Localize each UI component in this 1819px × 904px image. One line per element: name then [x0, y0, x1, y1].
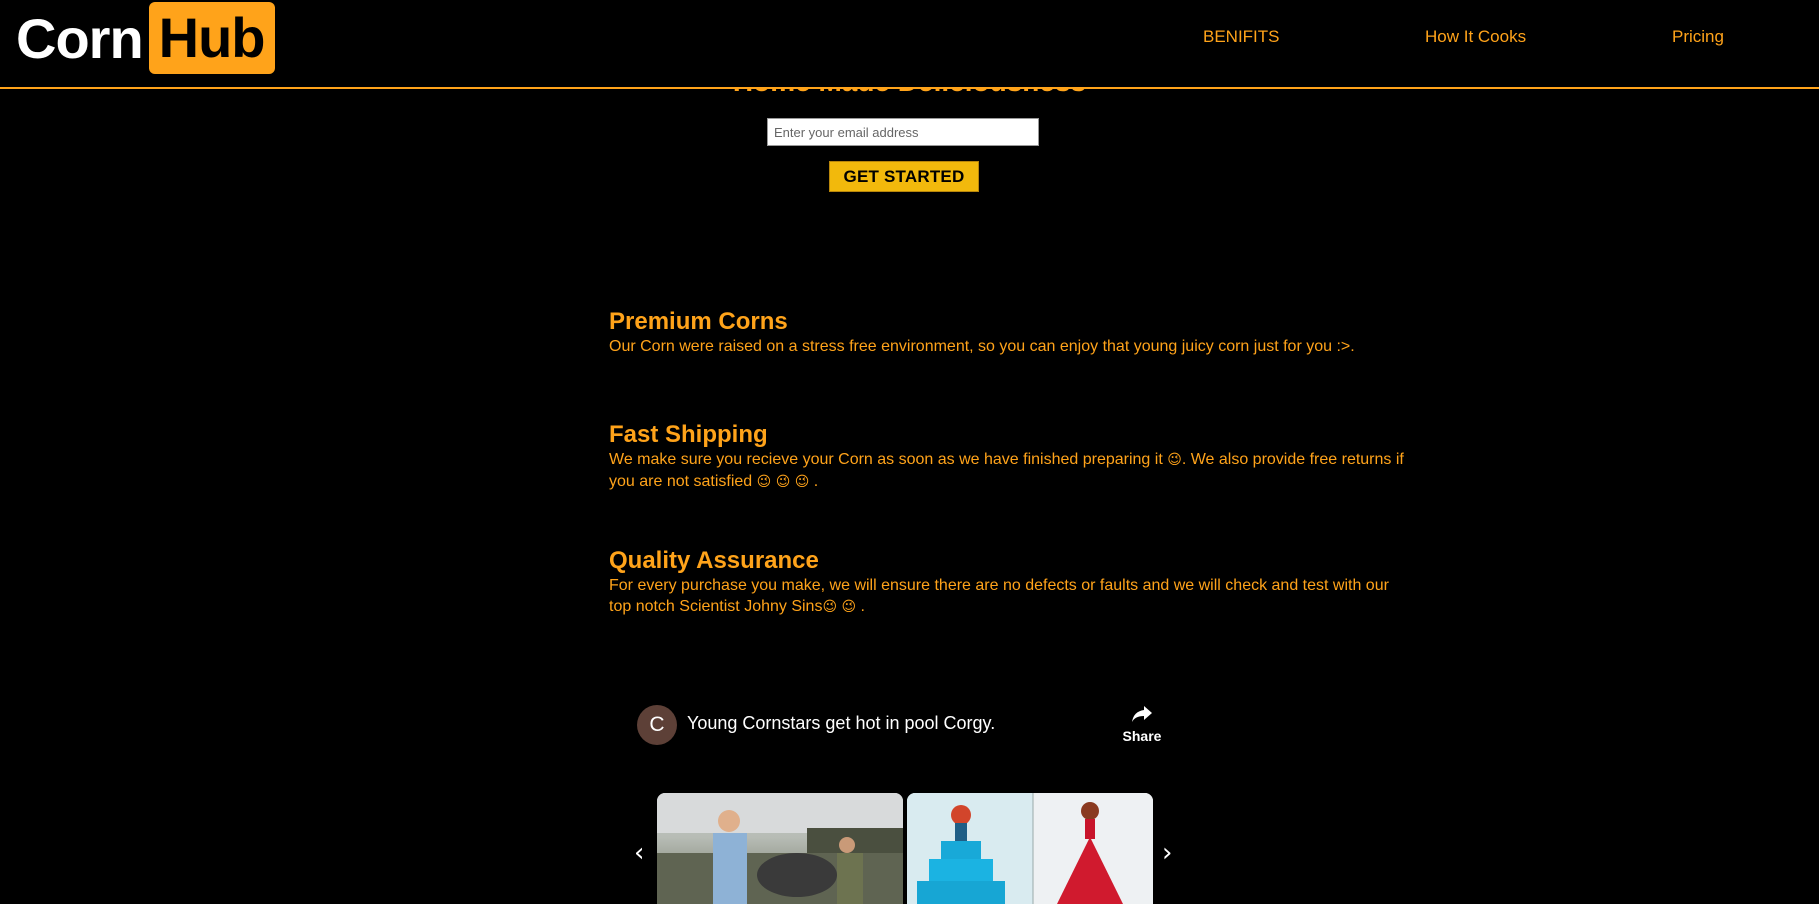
feature-premium-corns: Premium Corns Our Corn were raised on a … [609, 308, 1409, 357]
feature-text-part: . [813, 473, 819, 490]
video-thumbnail[interactable] [657, 793, 903, 904]
feature-text-part: . [860, 598, 865, 615]
feature-text: Our Corn were raised on a stress free en… [609, 338, 1355, 355]
carousel-next-icon[interactable]: › [1162, 840, 1172, 866]
wink-emoji: 😉 😉 😉 [756, 474, 810, 490]
feature-title: Quality Assurance [609, 547, 819, 574]
nav-how-it-cooks[interactable]: How It Cooks [1425, 27, 1526, 47]
feature-text: For every purchase you make, we will ens… [609, 575, 1409, 618]
site-logo[interactable]: Corn Hub [16, 2, 275, 74]
feature-text: We make sure you recieve your Corn as so… [609, 449, 1409, 493]
feature-title: Fast Shipping [609, 421, 768, 448]
photo-market-icon [657, 793, 903, 904]
share-button[interactable]: Share [1118, 704, 1166, 744]
feature-fast-shipping: Fast Shipping We make sure you recieve y… [609, 421, 1409, 493]
channel-avatar[interactable]: C [637, 705, 677, 745]
video-thumbnail[interactable] [907, 793, 1153, 904]
wink-emoji: 😉 😉 [822, 599, 857, 615]
share-icon [1132, 706, 1152, 722]
logo-text-corn: Corn [16, 6, 144, 70]
nav-pricing[interactable]: Pricing [1672, 27, 1724, 47]
feature-text-part: For every purchase you make, we will ens… [609, 577, 1389, 615]
logo-text-hub: Hub [148, 2, 275, 74]
feature-title: Premium Corns [609, 308, 788, 335]
carousel-prev-icon[interactable]: ‹ [634, 840, 644, 866]
email-input[interactable] [767, 118, 1039, 146]
site-header: Corn Hub BENIFITS How It Cooks Pricing [0, 0, 1819, 89]
feature-quality-assurance: Quality Assurance For every purchase you… [609, 547, 1409, 618]
video-title[interactable]: Young Cornstars get hot in pool Corgy. [687, 713, 995, 734]
feature-text-part: We make sure you recieve your Corn as so… [609, 451, 1163, 468]
photo-cakes-icon [907, 793, 1153, 904]
share-label: Share [1122, 728, 1162, 744]
get-started-button[interactable]: GET STARTED [829, 161, 979, 192]
nav-benifits[interactable]: BENIFITS [1203, 27, 1280, 47]
wink-emoji: 😉 [1167, 452, 1182, 468]
